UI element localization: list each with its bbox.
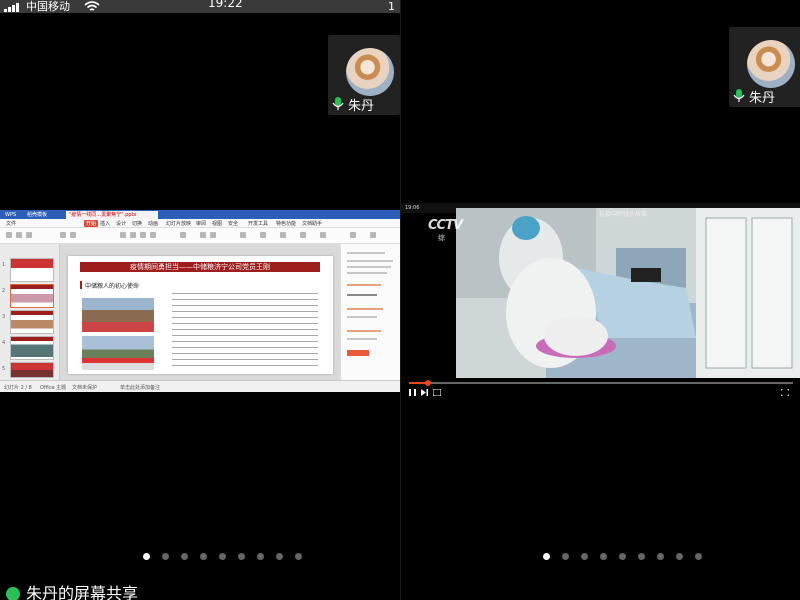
menu-item-file[interactable]: 文件 xyxy=(6,220,16,227)
avatar xyxy=(346,48,394,96)
slide-photo xyxy=(82,336,154,370)
participant-name: 朱丹 xyxy=(348,99,375,114)
signal-icon xyxy=(4,2,22,12)
pager-dot[interactable] xyxy=(600,553,607,560)
wps-status-bar: 幻灯片 2 / 8 Office 主题 文档未保护 单击此处添加备注 xyxy=(0,380,400,392)
video-frame xyxy=(456,208,800,378)
pager-dot[interactable] xyxy=(657,553,664,560)
screen-share-icon xyxy=(6,587,20,600)
pager-dot-active[interactable] xyxy=(543,553,550,560)
shared-screen-right[interactable]: 19:06 CCTV 综 抗疫中的镜头故事 xyxy=(401,203,800,399)
pause-icon[interactable] xyxy=(409,389,416,396)
menu-item-security[interactable]: 安全 xyxy=(228,220,238,227)
slide-thumbnail[interactable] xyxy=(10,362,54,378)
menu-item-view[interactable]: 视图 xyxy=(212,220,222,227)
ribbon-toolbar xyxy=(0,228,400,244)
slide-thumbnail[interactable] xyxy=(10,336,54,360)
thumb-number: 2 xyxy=(2,288,6,294)
pager-dot[interactable] xyxy=(200,553,207,560)
shared-screen-left[interactable]: WPS 稻壳模板 "疫情一线同…爱聚焦宁".pptx 文件 开始 插入 设计 切… xyxy=(0,210,400,392)
app-tab-bar: WPS 稻壳模板 "疫情一线同…爱聚焦宁".pptx xyxy=(0,210,400,219)
pager-dot[interactable] xyxy=(581,553,588,560)
carrier-name: 中国移动 xyxy=(26,0,70,13)
pager-dot[interactable] xyxy=(162,553,169,560)
thumb-number: 5 xyxy=(2,366,6,372)
video-progress-bar[interactable] xyxy=(409,380,793,386)
slide-thumbnail-selected[interactable] xyxy=(10,284,54,308)
status-bar: 中国移动 19:22 1 xyxy=(0,0,400,13)
subtitle-accent xyxy=(80,281,82,289)
pane-action-button[interactable] xyxy=(347,350,369,356)
status-theme: Office 主题 xyxy=(40,385,67,391)
video-caption: 抗疫中的镜头故事 xyxy=(599,211,648,218)
battery-fragment: 1 xyxy=(388,0,395,13)
screen-share-text: 朱丹的屏幕共享 xyxy=(26,584,139,600)
danmaku-icon[interactable] xyxy=(433,389,441,396)
menu-item-design[interactable]: 设计 xyxy=(116,220,126,227)
menu-item-animation[interactable]: 动画 xyxy=(148,220,158,227)
thumb-number: 1 xyxy=(2,262,6,268)
video-clock: 19:06 xyxy=(405,205,420,211)
screen-share-label: 朱丹的屏幕共享 xyxy=(6,580,138,600)
channel-sub: 综 xyxy=(438,234,445,242)
mic-icon xyxy=(733,89,745,102)
fullscreen-icon[interactable] xyxy=(781,389,789,396)
pager-dot[interactable] xyxy=(219,553,226,560)
status-notes-hint: 单击此处添加备注 xyxy=(120,385,161,391)
slide-body-text xyxy=(172,290,318,366)
slide-title: 疫情期间勇担当——中储粮济宁公司党员王刚 xyxy=(80,262,320,272)
pager-dot[interactable] xyxy=(619,553,626,560)
menu-item-insert[interactable]: 插入 xyxy=(100,220,110,227)
menu-item-transition[interactable]: 切换 xyxy=(132,220,142,227)
pager-dot[interactable] xyxy=(295,553,302,560)
thumb-number: 3 xyxy=(2,314,6,320)
pager-dot[interactable] xyxy=(181,553,188,560)
participant-tile[interactable]: 朱丹 xyxy=(729,27,800,107)
pager-dot[interactable] xyxy=(276,553,283,560)
thumb-number: 4 xyxy=(2,340,6,346)
right-pane: 朱丹 19:06 CCTV 综 抗疫中的镜头故事 xyxy=(401,0,800,600)
pager-dot-active[interactable] xyxy=(143,553,150,560)
participant-name: 朱丹 xyxy=(749,91,776,106)
slide-subtitle: 中储粮人的初心使命 xyxy=(85,283,140,290)
pager-dot[interactable] xyxy=(257,553,264,560)
avatar xyxy=(747,40,795,88)
slide-editor-canvas[interactable]: 疫情期间勇担当——中储粮济宁公司党员王刚 中储粮人的初心使命 xyxy=(60,244,340,380)
tab-template[interactable]: 稻壳模板 xyxy=(24,211,50,219)
slide-thumbnail[interactable] xyxy=(10,310,54,334)
mic-icon xyxy=(332,97,344,110)
status-protection: 文档未保护 xyxy=(72,385,98,391)
pager-dot[interactable] xyxy=(562,553,569,560)
menu-item-features[interactable]: 特色功能 xyxy=(276,220,296,227)
pager-dot[interactable] xyxy=(238,553,245,560)
status-slide-count: 幻灯片 2 / 8 xyxy=(4,385,32,391)
slide-thumbnail[interactable] xyxy=(10,258,54,282)
menu-bar: 文件 开始 插入 设计 切换 动画 幻灯片放映 审阅 视图 安全 开发工具 特色… xyxy=(0,219,400,228)
side-task-pane xyxy=(340,244,400,380)
next-icon[interactable] xyxy=(421,389,428,396)
menu-item-devtools[interactable]: 开发工具 xyxy=(248,220,268,227)
slide-photo xyxy=(82,298,154,332)
current-slide: 疫情期间勇担当——中储粮济宁公司党员王刚 中储粮人的初心使命 xyxy=(68,256,333,374)
slide-thumbnail-panel: 1 2 3 4 5 xyxy=(0,244,60,380)
menu-item-slideshow[interactable]: 幻灯片放映 xyxy=(166,220,191,227)
channel-logo: CCTV xyxy=(428,218,463,233)
menu-item-home[interactable]: 开始 xyxy=(84,220,99,227)
tab-wps[interactable]: WPS xyxy=(2,211,19,219)
pager-dot[interactable] xyxy=(676,553,683,560)
wifi-icon xyxy=(84,1,100,11)
tab-document[interactable]: "疫情一线同…爱聚焦宁".pptx xyxy=(66,211,158,219)
clock: 19:22 xyxy=(208,0,243,10)
left-pane: 中国移动 19:22 1 朱丹 WPS 稻壳模板 "疫情一线同…爱聚焦宁".pp… xyxy=(0,0,400,600)
pager-dot[interactable] xyxy=(638,553,645,560)
participant-tile[interactable]: 朱丹 xyxy=(328,35,400,115)
menu-item-review[interactable]: 审阅 xyxy=(196,220,206,227)
video-controls xyxy=(401,386,800,399)
menu-item-assistant[interactable]: 文档助手 xyxy=(302,220,322,227)
pager-dot[interactable] xyxy=(695,553,702,560)
